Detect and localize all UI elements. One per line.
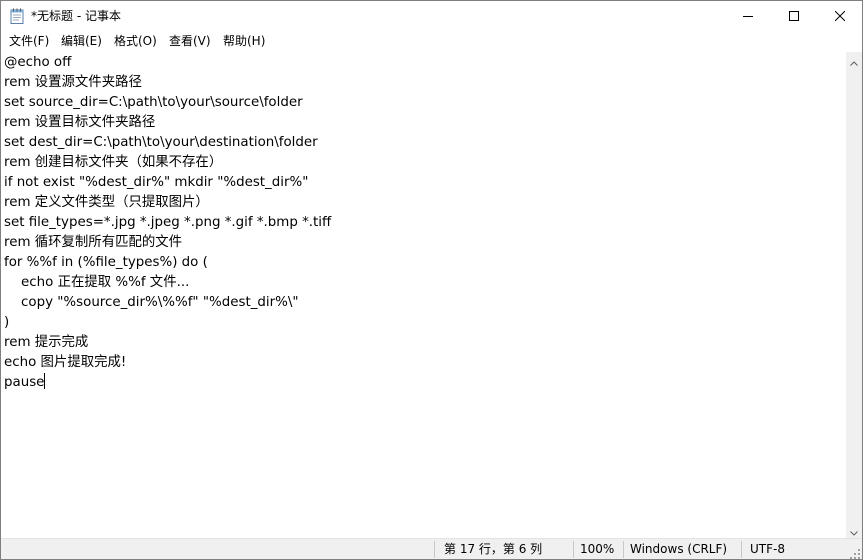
editor-line-1: @echo off xyxy=(4,55,72,70)
editor-line-8: rem 定义文件类型（只提取图片） xyxy=(4,195,209,210)
status-separator xyxy=(623,541,624,558)
editor-line-17-text: pause xyxy=(4,375,45,390)
menu-format[interactable]: 格式(O) xyxy=(114,33,157,49)
text-caret xyxy=(44,373,46,389)
editor-line-14: ) xyxy=(4,315,10,330)
status-bar: 第 17 行，第 6 列 100% Windows (CRLF) UTF-8 xyxy=(1,538,862,559)
editor-line-17: pause xyxy=(4,373,331,393)
maximize-icon xyxy=(789,11,799,21)
menu-bar: 文件(F) 编辑(E) 格式(O) 查看(V) 帮助(H) xyxy=(1,31,862,51)
scroll-up-arrow-icon xyxy=(850,51,858,70)
editor-line-16: echo 图片提取完成! xyxy=(4,355,127,370)
editor-line-9: set file_types=*.jpg *.jpeg *.png *.gif … xyxy=(4,215,332,230)
status-separator xyxy=(741,541,742,558)
resize-grip-icon[interactable] xyxy=(849,545,861,559)
title-bar[interactable]: *无标题 - 记事本 xyxy=(1,1,862,31)
editor-content: @echo off rem 设置源文件夹路径 set source_dir=C:… xyxy=(4,53,331,393)
window-title: *无标题 - 记事本 xyxy=(31,9,121,23)
editor-line-10: rem 循环复制所有匹配的文件 xyxy=(4,235,183,250)
editor-line-2: rem 设置源文件夹路径 xyxy=(4,75,142,90)
minimize-button[interactable] xyxy=(725,1,771,31)
notepad-window: *无标题 - 记事本 文件(F) 编辑(E) 格式(O) 查看(V) 帮助(H) xyxy=(0,0,863,560)
notepad-icon xyxy=(10,8,24,24)
editor-line-13: copy "%source_dir%\%%f" "%dest_dir%\" xyxy=(4,295,299,310)
editor-line-15: rem 提示完成 xyxy=(4,335,89,350)
close-button[interactable] xyxy=(817,1,862,31)
editor-line-6: rem 创建目标文件夹（如果不存在） xyxy=(4,155,223,170)
minimize-icon xyxy=(743,11,753,21)
close-icon xyxy=(835,11,845,21)
scroll-down-button[interactable] xyxy=(846,522,862,538)
status-separator xyxy=(573,541,574,558)
menu-help[interactable]: 帮助(H) xyxy=(223,33,265,49)
editor-line-11: for %%f in (%file_types%) do ( xyxy=(4,255,208,270)
status-separator xyxy=(434,541,435,558)
menu-edit[interactable]: 编辑(E) xyxy=(61,33,102,49)
editor-line-4: rem 设置目标文件夹路径 xyxy=(4,115,156,130)
menu-file[interactable]: 文件(F) xyxy=(9,33,49,49)
editor-line-5: set dest_dir=C:\path\to\your\destination… xyxy=(4,135,318,150)
maximize-button[interactable] xyxy=(771,1,817,31)
status-cursor-position: 第 17 行，第 6 列 xyxy=(444,542,543,556)
status-zoom: 100% xyxy=(580,542,615,556)
vertical-scrollbar[interactable] xyxy=(846,52,862,538)
editor-line-3: set source_dir=C:\path\to\your\source\fo… xyxy=(4,95,303,110)
scroll-up-button[interactable] xyxy=(846,52,862,68)
status-line-ending: Windows (CRLF) xyxy=(630,542,728,556)
status-encoding: UTF-8 xyxy=(750,542,785,556)
editor-line-12: echo 正在提取 %%f 文件... xyxy=(4,275,190,290)
text-editor[interactable]: @echo off rem 设置源文件夹路径 set source_dir=C:… xyxy=(1,52,846,538)
menu-view[interactable]: 查看(V) xyxy=(169,33,211,49)
scroll-down-arrow-icon xyxy=(850,521,858,540)
editor-line-7: if not exist "%dest_dir%" mkdir "%dest_d… xyxy=(4,175,309,190)
